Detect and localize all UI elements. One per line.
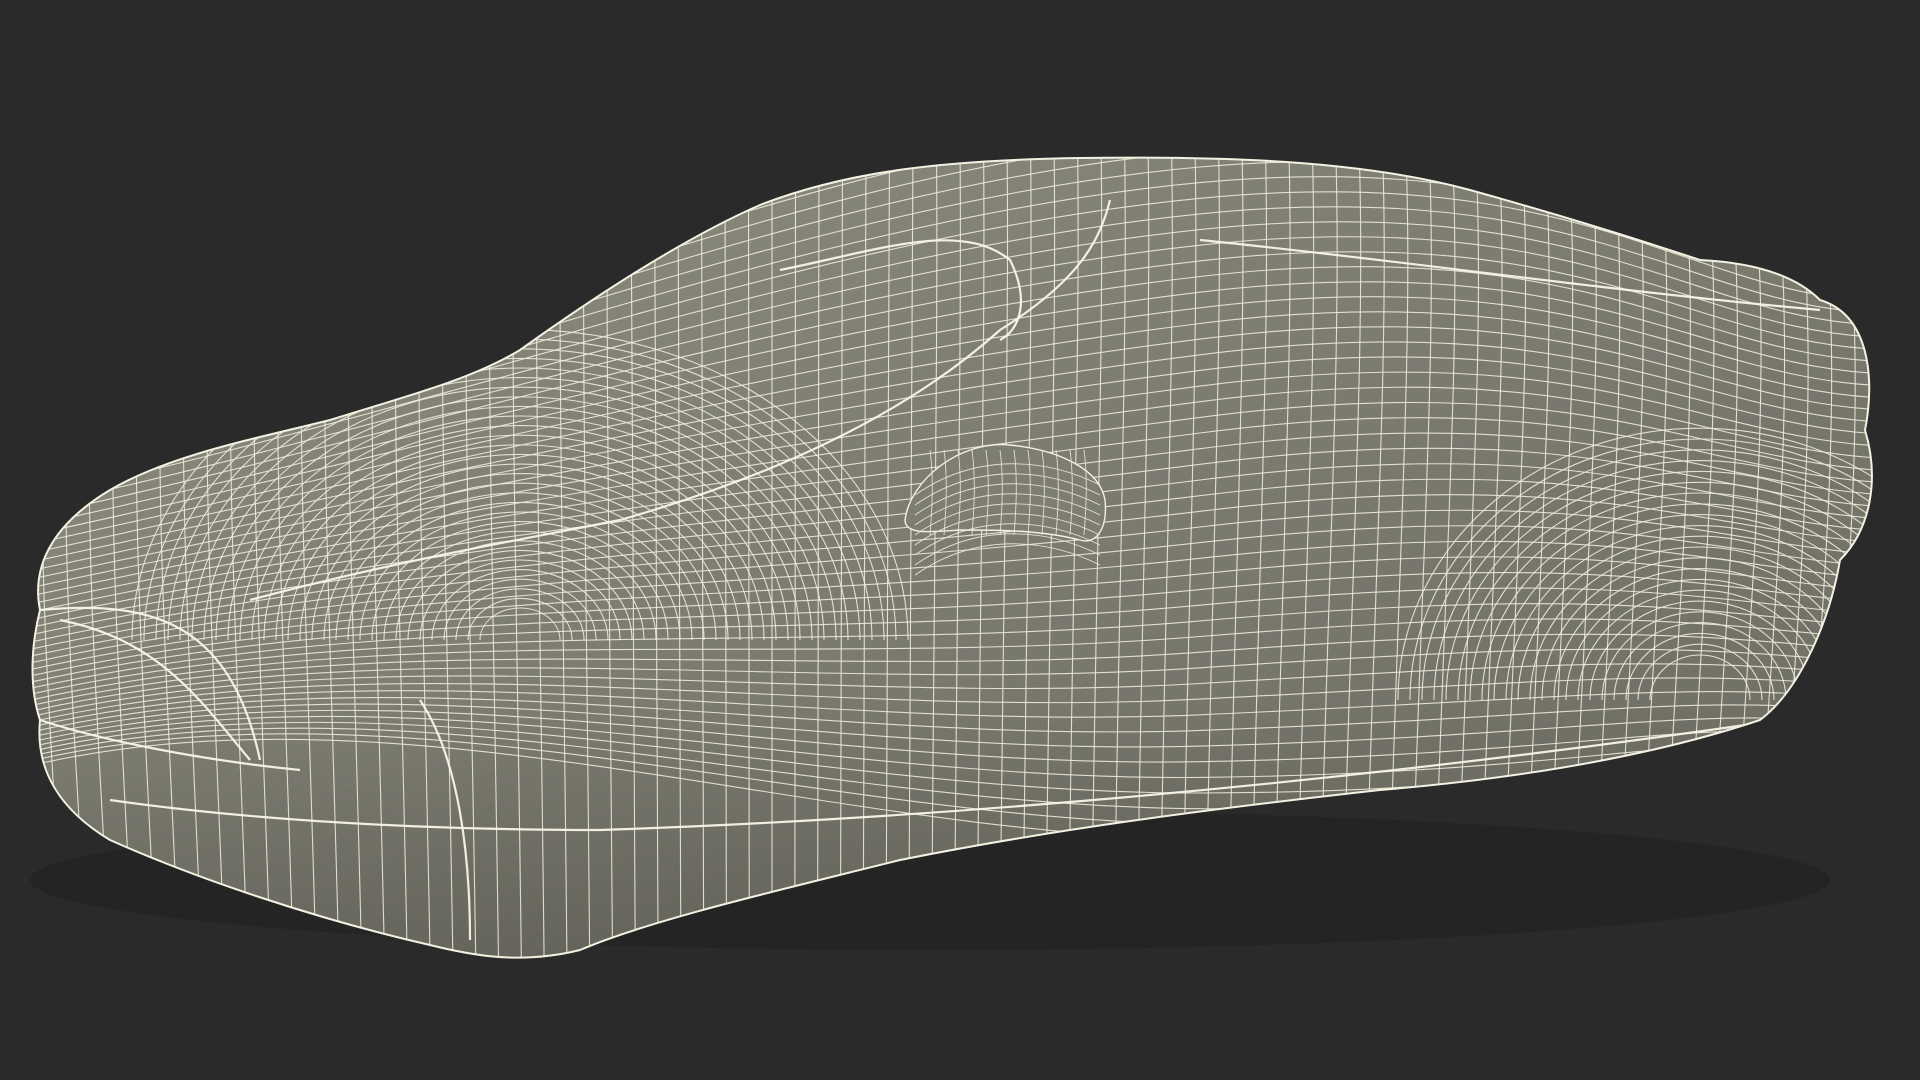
mesh-column (1863, 310, 1872, 958)
wireframe-render (30, 156, 1873, 959)
mesh-column (794, 157, 797, 958)
render-viewport[interactable] (0, 0, 1920, 1080)
